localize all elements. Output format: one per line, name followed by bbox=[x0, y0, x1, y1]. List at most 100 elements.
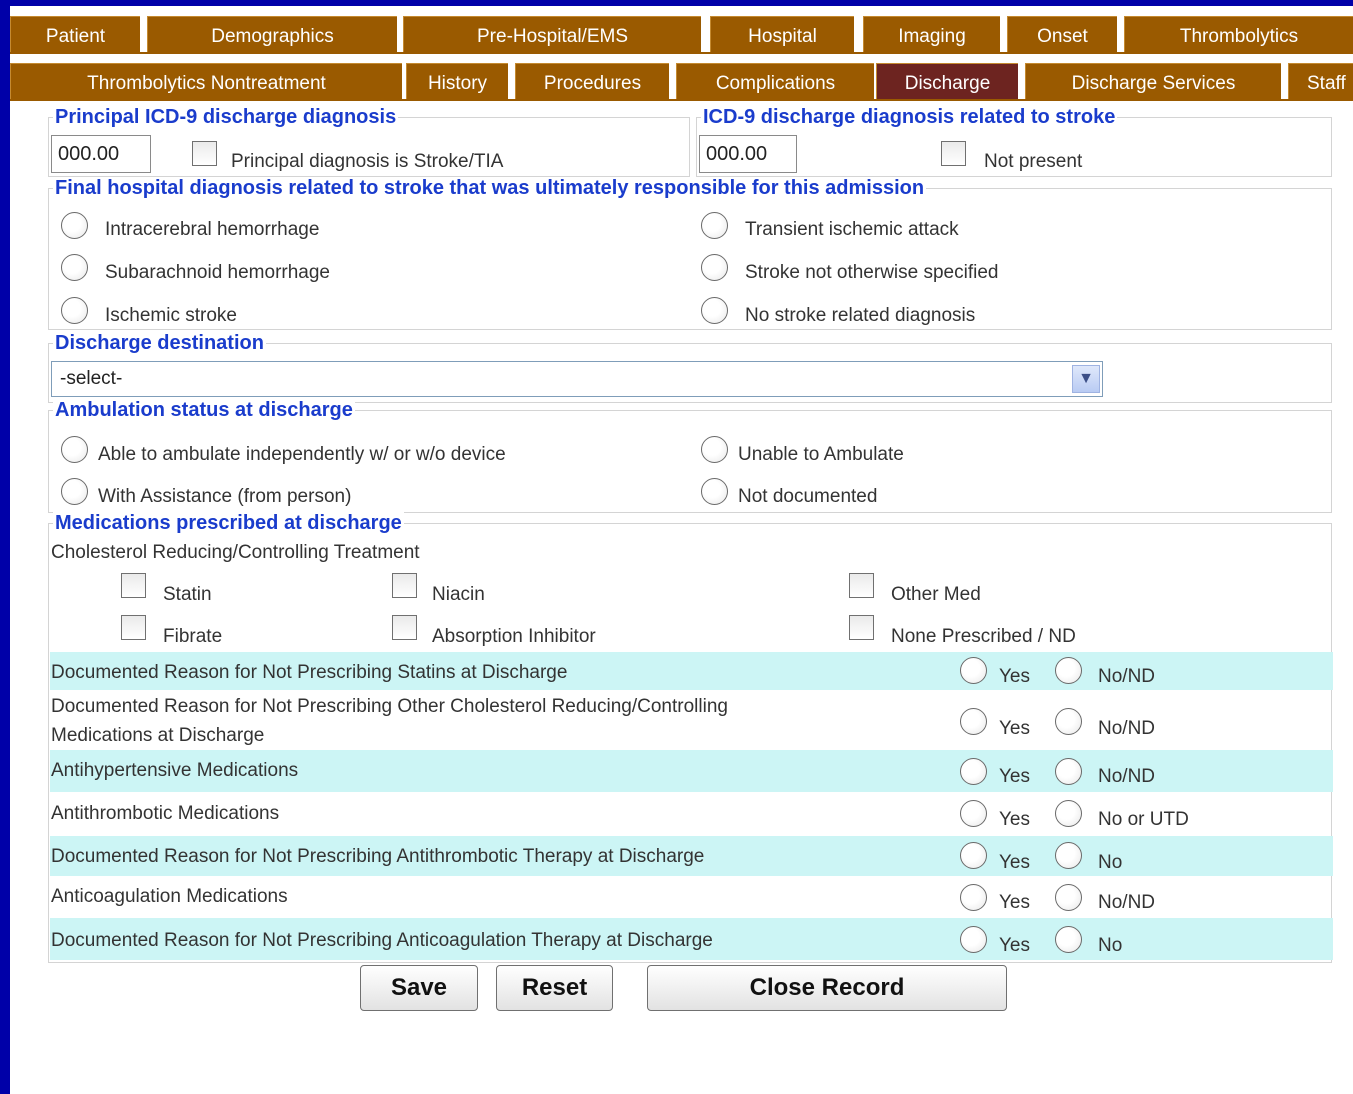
tab-imaging[interactable]: Imaging bbox=[863, 16, 1000, 52]
label-ambulate-independently: Able to ambulate independently w/ or w/o… bbox=[98, 444, 506, 465]
radio-no[interactable] bbox=[1055, 884, 1082, 911]
discharge-destination-selected: -select- bbox=[60, 368, 123, 389]
discharge-destination-group: Discharge destination -select- ▼ bbox=[48, 332, 1332, 403]
radio-yes[interactable] bbox=[960, 758, 987, 785]
related-diagnosis-group: ICD-9 discharge diagnosis related to str… bbox=[696, 106, 1332, 177]
principal-diagnosis-group: Principal ICD-9 discharge diagnosis 000.… bbox=[48, 106, 690, 177]
no-label: No or UTD bbox=[1098, 809, 1189, 830]
label-not-documented: Not documented bbox=[738, 486, 878, 507]
tab-history[interactable]: History bbox=[406, 63, 508, 99]
no-label: No bbox=[1098, 852, 1123, 873]
med-row-antithrombotic: Antithrombotic Medications Yes No or UTD bbox=[50, 792, 1333, 836]
radio-with-assistance[interactable] bbox=[61, 478, 88, 505]
radio-no[interactable] bbox=[1055, 800, 1082, 827]
radio-intracerebral-hemorrhage[interactable] bbox=[61, 212, 88, 239]
close-record-button[interactable]: Close Record bbox=[647, 965, 1007, 1011]
tab-discharge-services[interactable]: Discharge Services bbox=[1025, 63, 1281, 99]
chevron-down-icon[interactable]: ▼ bbox=[1072, 365, 1100, 393]
med-row-label: Anticoagulation Medications bbox=[51, 886, 288, 907]
med-row-statins-reason: Documented Reason for Not Prescribing St… bbox=[50, 652, 1333, 690]
tab-hospital[interactable]: Hospital bbox=[710, 16, 854, 52]
tab-patient[interactable]: Patient bbox=[10, 16, 140, 52]
not-present-checkbox[interactable] bbox=[941, 141, 966, 166]
radio-ischemic-stroke[interactable] bbox=[61, 297, 88, 324]
radio-yes[interactable] bbox=[960, 800, 987, 827]
save-button[interactable]: Save bbox=[360, 965, 478, 1011]
tab-thrombolytics-nontreatment[interactable]: Thrombolytics Nontreatment bbox=[10, 63, 402, 99]
label-none-prescribed: None Prescribed / ND bbox=[891, 626, 1076, 647]
radio-ambulate-independently[interactable] bbox=[61, 436, 88, 463]
radio-no[interactable] bbox=[1055, 708, 1082, 735]
yes-label: Yes bbox=[999, 809, 1030, 830]
radio-yes[interactable] bbox=[960, 884, 987, 911]
yes-label: Yes bbox=[999, 892, 1030, 913]
label-niacin: Niacin bbox=[432, 584, 485, 605]
no-label: No/ND bbox=[1098, 666, 1156, 687]
radio-stroke-not-otherwise-specified[interactable] bbox=[701, 254, 728, 281]
tab-demographics[interactable]: Demographics bbox=[147, 16, 397, 52]
radio-not-documented[interactable] bbox=[701, 478, 728, 505]
tab-thrombolytics[interactable]: Thrombolytics bbox=[1124, 16, 1353, 52]
principal-diagnosis-legend: Principal ICD-9 discharge diagnosis bbox=[53, 106, 399, 128]
no-label: No/ND bbox=[1098, 892, 1156, 913]
tab-complications[interactable]: Complications bbox=[676, 63, 874, 99]
med-row-other-cholesterol-reason: Documented Reason for Not Prescribing Ot… bbox=[50, 690, 1333, 750]
discharge-destination-legend: Discharge destination bbox=[53, 332, 266, 354]
checkbox-niacin[interactable] bbox=[392, 573, 417, 598]
radio-no-stroke-related-diagnosis[interactable] bbox=[701, 297, 728, 324]
med-row-label: Documented Reason for Not Prescribing St… bbox=[51, 662, 568, 683]
tab-row-2-underline bbox=[10, 99, 1353, 101]
medications-legend: Medications prescribed at discharge bbox=[53, 512, 404, 534]
label-unable-to-ambulate: Unable to Ambulate bbox=[738, 444, 904, 465]
checkbox-fibrate[interactable] bbox=[121, 615, 146, 640]
yes-label: Yes bbox=[999, 935, 1030, 956]
med-row-anticoagulation: Anticoagulation Medications Yes No/ND bbox=[50, 876, 1333, 918]
radio-yes[interactable] bbox=[960, 842, 987, 869]
radio-no[interactable] bbox=[1055, 758, 1082, 785]
label-other-med: Other Med bbox=[891, 584, 981, 605]
checkbox-absorption-inhibitor[interactable] bbox=[392, 615, 417, 640]
med-row-label: Documented Reason for Not Prescribing Ot… bbox=[51, 696, 728, 717]
checkbox-statin[interactable] bbox=[121, 573, 146, 598]
checkbox-none-prescribed[interactable] bbox=[849, 615, 874, 640]
discharge-destination-select[interactable]: -select- ▼ bbox=[51, 361, 1103, 397]
cholesterol-treatment-title: Cholesterol Reducing/Controlling Treatme… bbox=[51, 542, 420, 563]
tab-discharge[interactable]: Discharge bbox=[876, 63, 1018, 99]
principal-stroke-tia-checkbox[interactable] bbox=[192, 141, 217, 166]
related-icd9-input[interactable]: 000.00 bbox=[699, 135, 797, 173]
radio-no[interactable] bbox=[1055, 842, 1082, 869]
label-ischemic-stroke: Ischemic stroke bbox=[105, 305, 237, 326]
radio-unable-to-ambulate[interactable] bbox=[701, 436, 728, 463]
med-row-antithrombotic-reason: Documented Reason for Not Prescribing An… bbox=[50, 836, 1333, 876]
tab-row-2: Thrombolytics Nontreatment History Proce… bbox=[10, 59, 1353, 99]
tab-staff[interactable]: Staff bbox=[1288, 63, 1353, 99]
radio-no[interactable] bbox=[1055, 657, 1082, 684]
label-with-assistance: With Assistance (from person) bbox=[98, 486, 352, 507]
related-diagnosis-legend: ICD-9 discharge diagnosis related to str… bbox=[701, 106, 1118, 128]
radio-yes[interactable] bbox=[960, 657, 987, 684]
yes-label: Yes bbox=[999, 666, 1030, 687]
principal-stroke-tia-label: Principal diagnosis is Stroke/TIA bbox=[231, 151, 504, 172]
med-row-antihypertensive: Antihypertensive Medications Yes No/ND bbox=[50, 750, 1333, 792]
principal-icd9-input[interactable]: 000.00 bbox=[51, 135, 151, 173]
label-intracerebral-hemorrhage: Intracerebral hemorrhage bbox=[105, 219, 320, 240]
yes-label: Yes bbox=[999, 852, 1030, 873]
label-fibrate: Fibrate bbox=[163, 626, 223, 647]
final-diagnosis-legend: Final hospital diagnosis related to stro… bbox=[53, 177, 927, 199]
radio-no[interactable] bbox=[1055, 926, 1082, 953]
tab-procedures[interactable]: Procedures bbox=[515, 63, 669, 99]
reset-button[interactable]: Reset bbox=[496, 965, 613, 1011]
ambulation-status-group: Ambulation status at discharge Able to a… bbox=[48, 399, 1332, 513]
radio-transient-ischemic-attack[interactable] bbox=[701, 212, 728, 239]
label-no-stroke-related-diagnosis: No stroke related diagnosis bbox=[745, 305, 976, 326]
tab-onset[interactable]: Onset bbox=[1007, 16, 1117, 52]
med-row-anticoagulation-reason: Documented Reason for Not Prescribing An… bbox=[50, 918, 1333, 960]
checkbox-other-med[interactable] bbox=[849, 573, 874, 598]
tab-pre-hospital-ems[interactable]: Pre-Hospital/EMS bbox=[403, 16, 701, 52]
label-transient-ischemic-attack: Transient ischemic attack bbox=[745, 219, 959, 240]
tab-row-1: Patient Demographics Pre-Hospital/EMS Ho… bbox=[10, 12, 1353, 52]
label-absorption-inhibitor: Absorption Inhibitor bbox=[432, 626, 596, 647]
radio-yes[interactable] bbox=[960, 926, 987, 953]
radio-yes[interactable] bbox=[960, 708, 987, 735]
radio-subarachnoid-hemorrhage[interactable] bbox=[61, 254, 88, 281]
